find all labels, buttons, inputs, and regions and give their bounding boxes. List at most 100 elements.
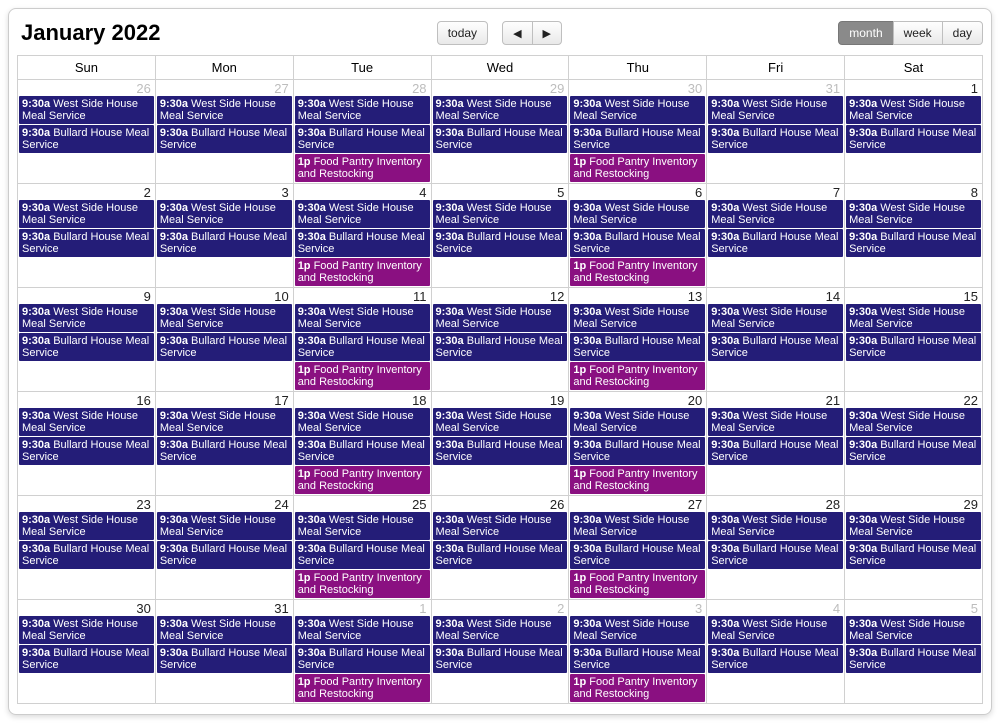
event-bullard[interactable]: 9:30a Bullard House Meal Service xyxy=(19,437,154,465)
event-pantry[interactable]: 1p Food Pantry Inventory and Restocking xyxy=(570,466,705,494)
event-bullard[interactable]: 9:30a Bullard House Meal Service xyxy=(846,125,981,153)
day-cell[interactable]: 39:30a West Side House Meal Service9:30a… xyxy=(569,600,707,704)
event-pantry[interactable]: 1p Food Pantry Inventory and Restocking xyxy=(295,362,430,390)
day-cell[interactable]: 259:30a West Side House Meal Service9:30… xyxy=(293,496,431,600)
event-bullard[interactable]: 9:30a Bullard House Meal Service xyxy=(570,125,705,153)
event-bullard[interactable]: 9:30a Bullard House Meal Service xyxy=(157,229,292,257)
week-view-button[interactable]: week xyxy=(893,21,943,45)
event-west[interactable]: 9:30a West Side House Meal Service xyxy=(570,616,705,644)
event-bullard[interactable]: 9:30a Bullard House Meal Service xyxy=(295,229,430,257)
day-cell[interactable]: 19:30a West Side House Meal Service9:30a… xyxy=(845,80,983,184)
day-cell[interactable]: 289:30a West Side House Meal Service9:30… xyxy=(293,80,431,184)
event-west[interactable]: 9:30a West Side House Meal Service xyxy=(846,408,981,436)
event-bullard[interactable]: 9:30a Bullard House Meal Service xyxy=(846,645,981,673)
event-bullard[interactable]: 9:30a Bullard House Meal Service xyxy=(570,541,705,569)
day-cell[interactable]: 189:30a West Side House Meal Service9:30… xyxy=(293,392,431,496)
day-cell[interactable]: 49:30a West Side House Meal Service9:30a… xyxy=(293,184,431,288)
event-bullard[interactable]: 9:30a Bullard House Meal Service xyxy=(433,645,568,673)
event-west[interactable]: 9:30a West Side House Meal Service xyxy=(157,512,292,540)
event-west[interactable]: 9:30a West Side House Meal Service xyxy=(19,96,154,124)
event-west[interactable]: 9:30a West Side House Meal Service xyxy=(433,304,568,332)
next-button[interactable]: ▶ xyxy=(532,21,562,45)
event-west[interactable]: 9:30a West Side House Meal Service xyxy=(570,200,705,228)
event-bullard[interactable]: 9:30a Bullard House Meal Service xyxy=(19,229,154,257)
event-west[interactable]: 9:30a West Side House Meal Service xyxy=(708,96,843,124)
event-west[interactable]: 9:30a West Side House Meal Service xyxy=(295,512,430,540)
prev-button[interactable]: ◀ xyxy=(502,21,532,45)
day-cell[interactable]: 219:30a West Side House Meal Service9:30… xyxy=(707,392,845,496)
event-west[interactable]: 9:30a West Side House Meal Service xyxy=(846,200,981,228)
event-bullard[interactable]: 9:30a Bullard House Meal Service xyxy=(433,437,568,465)
event-west[interactable]: 9:30a West Side House Meal Service xyxy=(708,512,843,540)
event-bullard[interactable]: 9:30a Bullard House Meal Service xyxy=(708,125,843,153)
event-west[interactable]: 9:30a West Side House Meal Service xyxy=(433,96,568,124)
event-bullard[interactable]: 9:30a Bullard House Meal Service xyxy=(157,333,292,361)
event-west[interactable]: 9:30a West Side House Meal Service xyxy=(157,616,292,644)
day-cell[interactable]: 289:30a West Side House Meal Service9:30… xyxy=(707,496,845,600)
event-west[interactable]: 9:30a West Side House Meal Service xyxy=(846,304,981,332)
event-bullard[interactable]: 9:30a Bullard House Meal Service xyxy=(570,229,705,257)
day-cell[interactable]: 29:30a West Side House Meal Service9:30a… xyxy=(18,184,156,288)
event-west[interactable]: 9:30a West Side House Meal Service xyxy=(433,512,568,540)
event-bullard[interactable]: 9:30a Bullard House Meal Service xyxy=(433,333,568,361)
event-bullard[interactable]: 9:30a Bullard House Meal Service xyxy=(295,333,430,361)
event-bullard[interactable]: 9:30a Bullard House Meal Service xyxy=(708,437,843,465)
day-cell[interactable]: 279:30a West Side House Meal Service9:30… xyxy=(155,80,293,184)
day-cell[interactable]: 309:30a West Side House Meal Service9:30… xyxy=(18,600,156,704)
event-bullard[interactable]: 9:30a Bullard House Meal Service xyxy=(846,541,981,569)
event-bullard[interactable]: 9:30a Bullard House Meal Service xyxy=(433,125,568,153)
event-bullard[interactable]: 9:30a Bullard House Meal Service xyxy=(157,645,292,673)
day-cell[interactable]: 119:30a West Side House Meal Service9:30… xyxy=(293,288,431,392)
day-cell[interactable]: 299:30a West Side House Meal Service9:30… xyxy=(431,80,569,184)
event-west[interactable]: 9:30a West Side House Meal Service xyxy=(570,408,705,436)
day-cell[interactable]: 319:30a West Side House Meal Service9:30… xyxy=(707,80,845,184)
day-cell[interactable]: 159:30a West Side House Meal Service9:30… xyxy=(845,288,983,392)
event-west[interactable]: 9:30a West Side House Meal Service xyxy=(570,304,705,332)
day-cell[interactable]: 69:30a West Side House Meal Service9:30a… xyxy=(569,184,707,288)
event-west[interactable]: 9:30a West Side House Meal Service xyxy=(295,96,430,124)
event-west[interactable]: 9:30a West Side House Meal Service xyxy=(19,616,154,644)
event-bullard[interactable]: 9:30a Bullard House Meal Service xyxy=(570,645,705,673)
day-cell[interactable]: 79:30a West Side House Meal Service9:30a… xyxy=(707,184,845,288)
event-west[interactable]: 9:30a West Side House Meal Service xyxy=(708,616,843,644)
day-cell[interactable]: 249:30a West Side House Meal Service9:30… xyxy=(155,496,293,600)
event-bullard[interactable]: 9:30a Bullard House Meal Service xyxy=(570,437,705,465)
event-west[interactable]: 9:30a West Side House Meal Service xyxy=(157,304,292,332)
day-cell[interactable]: 309:30a West Side House Meal Service9:30… xyxy=(569,80,707,184)
event-bullard[interactable]: 9:30a Bullard House Meal Service xyxy=(433,229,568,257)
event-pantry[interactable]: 1p Food Pantry Inventory and Restocking xyxy=(295,154,430,182)
event-west[interactable]: 9:30a West Side House Meal Service xyxy=(570,96,705,124)
event-bullard[interactable]: 9:30a Bullard House Meal Service xyxy=(19,541,154,569)
day-cell[interactable]: 109:30a West Side House Meal Service9:30… xyxy=(155,288,293,392)
event-bullard[interactable]: 9:30a Bullard House Meal Service xyxy=(708,229,843,257)
event-west[interactable]: 9:30a West Side House Meal Service xyxy=(433,616,568,644)
event-bullard[interactable]: 9:30a Bullard House Meal Service xyxy=(846,333,981,361)
day-cell[interactable]: 149:30a West Side House Meal Service9:30… xyxy=(707,288,845,392)
event-pantry[interactable]: 1p Food Pantry Inventory and Restocking xyxy=(570,674,705,702)
event-west[interactable]: 9:30a West Side House Meal Service xyxy=(19,200,154,228)
day-cell[interactable]: 39:30a West Side House Meal Service9:30a… xyxy=(155,184,293,288)
event-west[interactable]: 9:30a West Side House Meal Service xyxy=(433,408,568,436)
event-bullard[interactable]: 9:30a Bullard House Meal Service xyxy=(295,125,430,153)
day-cell[interactable]: 229:30a West Side House Meal Service9:30… xyxy=(845,392,983,496)
event-bullard[interactable]: 9:30a Bullard House Meal Service xyxy=(157,125,292,153)
event-bullard[interactable]: 9:30a Bullard House Meal Service xyxy=(295,645,430,673)
day-cell[interactable]: 269:30a West Side House Meal Service9:30… xyxy=(431,496,569,600)
day-cell[interactable]: 179:30a West Side House Meal Service9:30… xyxy=(155,392,293,496)
event-bullard[interactable]: 9:30a Bullard House Meal Service xyxy=(570,333,705,361)
event-bullard[interactable]: 9:30a Bullard House Meal Service xyxy=(846,437,981,465)
day-cell[interactable]: 169:30a West Side House Meal Service9:30… xyxy=(18,392,156,496)
event-west[interactable]: 9:30a West Side House Meal Service xyxy=(708,304,843,332)
day-cell[interactable]: 239:30a West Side House Meal Service9:30… xyxy=(18,496,156,600)
event-pantry[interactable]: 1p Food Pantry Inventory and Restocking xyxy=(570,154,705,182)
event-bullard[interactable]: 9:30a Bullard House Meal Service xyxy=(433,541,568,569)
event-bullard[interactable]: 9:30a Bullard House Meal Service xyxy=(846,229,981,257)
event-bullard[interactable]: 9:30a Bullard House Meal Service xyxy=(19,125,154,153)
event-west[interactable]: 9:30a West Side House Meal Service xyxy=(295,304,430,332)
event-west[interactable]: 9:30a West Side House Meal Service xyxy=(846,616,981,644)
day-cell[interactable]: 139:30a West Side House Meal Service9:30… xyxy=(569,288,707,392)
event-west[interactable]: 9:30a West Side House Meal Service xyxy=(19,304,154,332)
day-cell[interactable]: 129:30a West Side House Meal Service9:30… xyxy=(431,288,569,392)
day-view-button[interactable]: day xyxy=(942,21,983,45)
event-bullard[interactable]: 9:30a Bullard House Meal Service xyxy=(295,437,430,465)
